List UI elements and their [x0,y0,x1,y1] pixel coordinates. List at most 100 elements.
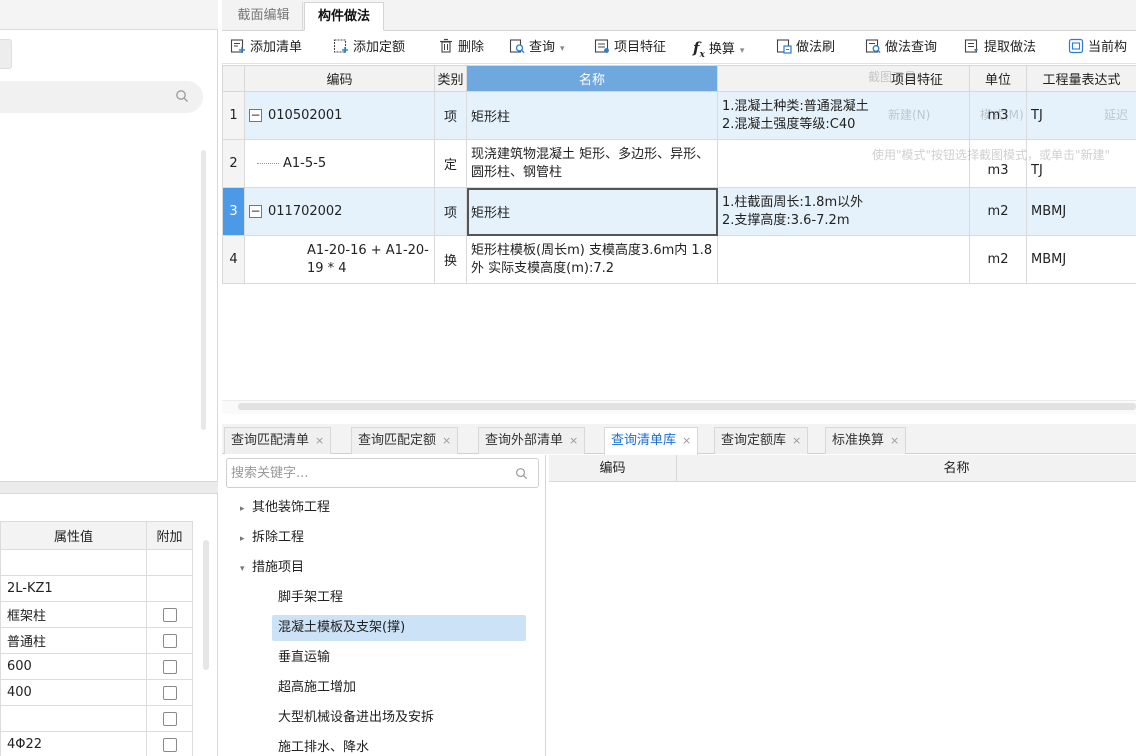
name-cell[interactable]: 矩形柱 [466,187,718,236]
left-search-input[interactable] [0,81,203,113]
column-header-feature[interactable]: 项目特征 [717,65,970,92]
name-cell[interactable]: 矩形柱模板(周长m) 支模高度3.6m内 1.8外 实际支模高度(m):7.2 [466,235,718,284]
library-header-code[interactable]: 编码 [549,455,677,482]
tab-quota-library[interactable]: 查询定额库 × [714,427,809,454]
property-extra-checkbox[interactable] [162,711,177,726]
table-row[interactable]: 1 −010502001 项 矩形柱 1.混凝土种类:普通混凝土 2.混凝土强度等… [222,91,1136,140]
property-row[interactable]: 框架柱 [0,601,193,628]
type-cell[interactable]: 换 [434,235,467,284]
close-icon[interactable]: × [442,434,451,447]
feature-cell[interactable]: 1.混凝土种类:普通混凝土 2.混凝土强度等级:C40 [717,91,970,140]
feature-cell[interactable]: 1.柱截面周长:1.8m以外 2.支撑高度:3.6-7.2m [717,187,970,236]
property-value[interactable]: 4Φ22 [0,731,147,756]
method-brush-button[interactable]: 做法刷 [776,36,835,60]
property-row[interactable]: 600 [0,653,193,680]
type-cell[interactable]: 项 [434,91,467,140]
tree-leaf-drainage[interactable]: 施工排水、降水 [278,735,369,756]
tree-leaf-scaffolding[interactable]: 脚手架工程 [278,585,343,611]
unit-cell[interactable]: m3 [969,139,1027,188]
expression-cell[interactable]: TJ [1026,91,1136,140]
left-splitter[interactable] [0,481,218,494]
search-icon[interactable] [515,467,528,480]
row-number[interactable]: 3 [222,187,245,236]
left-collapse-handle[interactable] [0,39,12,69]
type-cell[interactable]: 定 [434,139,467,188]
close-icon[interactable]: × [792,434,801,447]
grid-hscrollbar[interactable] [238,403,1136,410]
code-cell[interactable]: A1-20-16 + A1-20-19 * 4 [244,235,435,284]
property-value[interactable] [0,549,147,576]
collapse-icon[interactable]: − [249,109,262,122]
column-header-name[interactable]: 名称 [466,65,718,92]
expression-cell[interactable]: MBMJ [1026,235,1136,284]
code-cell[interactable]: A1-5-5 [244,139,435,188]
tab-match-list[interactable]: 查询匹配清单 × [224,427,332,454]
convert-dropdown[interactable]: fx 换算 ▾ [693,36,744,60]
chevron-down-icon[interactable]: ▾ [240,556,252,582]
expression-cell[interactable]: TJ [1026,139,1136,188]
extract-method-button[interactable]: 提取做法 [964,36,1036,60]
property-row[interactable]: 4Φ22 [0,731,193,756]
method-query-button[interactable]: 做法查询 [865,36,937,60]
add-list-button[interactable]: 添加清单 [230,36,302,60]
table-row[interactable]: 2 A1-5-5 定 现浇建筑物混凝土 矩形、多边形、异形、圆形柱、钢管柱 m3… [222,139,1136,188]
row-number[interactable]: 2 [222,139,245,188]
property-value[interactable]: 400 [0,679,147,706]
property-extra-checkbox[interactable] [162,685,177,700]
tree-leaf-large-machinery[interactable]: 大型机械设备进出场及安拆 [278,705,434,731]
property-row[interactable] [0,549,193,576]
add-quota-button[interactable]: 添加定额 [333,36,405,60]
property-value[interactable] [0,705,147,732]
property-value[interactable]: 普通柱 [0,627,147,654]
chevron-right-icon[interactable]: ▸ [240,496,252,522]
library-search-input[interactable] [227,459,497,487]
close-icon[interactable]: × [682,434,691,447]
name-cell[interactable]: 矩形柱 [466,91,718,140]
unit-cell[interactable]: m2 [969,187,1027,236]
table-row[interactable]: 3 −011702002 项 矩形柱 1.柱截面周长:1.8m以外 2.支撑高度:… [222,187,1136,236]
property-extra-checkbox[interactable] [162,633,177,648]
table-row[interactable]: 4 A1-20-16 + A1-20-19 * 4 换 矩形柱模板(周长m) 支… [222,235,1136,284]
unit-cell[interactable]: m3 [969,91,1027,140]
tree-node-other-decoration[interactable]: ▸ 其他装饰工程 [240,495,330,521]
tree-leaf-super-height[interactable]: 超高施工增加 [278,675,356,701]
left-scrollbar[interactable] [201,150,206,430]
code-cell[interactable]: −011702002 [244,187,435,236]
tree-leaf-formwork-selected[interactable]: 混凝土模板及支架(撑) [272,615,526,641]
close-icon[interactable]: × [890,434,899,447]
item-feature-button[interactable]: 项目特征 [594,36,666,60]
expression-cell[interactable]: MBMJ [1026,187,1136,236]
property-row[interactable] [0,705,193,732]
row-number[interactable]: 1 [222,91,245,140]
property-extra-checkbox[interactable] [162,607,177,622]
column-header-expression[interactable]: 工程量表达式 [1026,65,1136,92]
property-value[interactable]: 600 [0,653,147,680]
property-row[interactable]: 400 [0,679,193,706]
property-scrollbar[interactable] [203,540,209,670]
tab-external-list[interactable]: 查询外部清单 × [478,427,586,454]
tab-section-edit[interactable]: 截面编辑 [225,2,303,31]
collapse-icon[interactable]: − [249,205,262,218]
property-extra-checkbox[interactable] [162,737,177,752]
property-value[interactable]: 框架柱 [0,601,147,628]
delete-button[interactable]: 删除 [438,36,484,60]
property-extra-checkbox[interactable] [162,659,177,674]
row-number[interactable]: 4 [222,235,245,284]
feature-cell[interactable] [717,139,970,188]
property-value[interactable]: 2L-KZ1 [0,575,147,602]
query-dropdown[interactable]: 查询 ▾ [509,36,565,60]
feature-cell[interactable] [717,235,970,284]
close-icon[interactable]: × [315,434,324,447]
name-cell[interactable]: 现浇建筑物混凝土 矩形、多边形、异形、圆形柱、钢管柱 [466,139,718,188]
library-header-name[interactable]: 名称 [677,455,1136,482]
type-cell[interactable]: 项 [434,187,467,236]
column-header-code[interactable]: 编码 [244,65,435,92]
code-cell[interactable]: −010502001 [244,91,435,140]
property-row[interactable]: 2L-KZ1 [0,575,193,602]
tab-component-method[interactable]: 构件做法 [304,2,384,31]
tree-leaf-vertical-transport[interactable]: 垂直运输 [278,645,330,671]
tab-standard-convert[interactable]: 标准换算 × [825,427,907,454]
library-search-box[interactable] [226,458,539,488]
close-icon[interactable]: × [569,434,578,447]
unit-cell[interactable]: m2 [969,235,1027,284]
